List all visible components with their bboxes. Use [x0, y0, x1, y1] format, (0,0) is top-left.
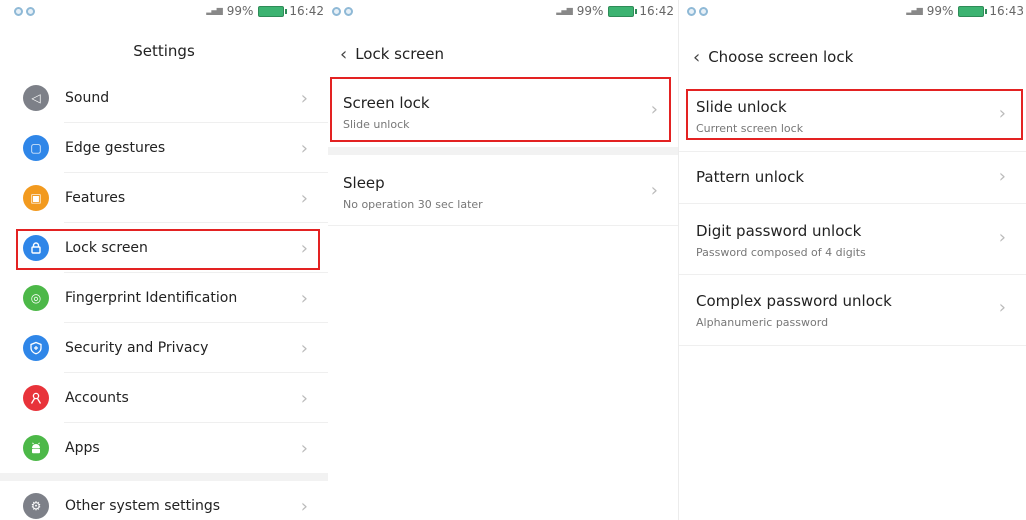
chevron-right-icon: › [650, 99, 658, 120]
android-icon [23, 435, 49, 461]
chevron-right-icon: › [998, 297, 1006, 318]
notification-icons [332, 7, 353, 16]
chevron-right-icon: › [300, 237, 308, 259]
notification-icons [14, 7, 35, 16]
option-title: Digit password unlock [696, 222, 862, 240]
status-time: 16:42 [639, 4, 674, 18]
item-title: Screen lock [343, 94, 430, 112]
features-icon: ▣ [23, 185, 49, 211]
chevron-right-icon: › [300, 137, 308, 159]
back-arrow-icon[interactable]: ‹ [340, 44, 347, 65]
status-bar: ▂▄▆ 99% 16:43 [679, 0, 1026, 22]
back-arrow-icon[interactable]: ‹ [693, 47, 700, 68]
battery-icon [958, 5, 988, 17]
item-title: Sleep [343, 174, 385, 192]
chevron-right-icon: › [300, 87, 308, 109]
page-title: Lock screen [355, 45, 445, 63]
settings-item-other-system[interactable]: ⚙ Other system settings › [0, 482, 328, 520]
notification-icons [687, 7, 708, 16]
signal-icon: ▂▄▆ [206, 6, 223, 15]
title-bar: ‹ Choose screen lock [679, 36, 1026, 78]
settings-item-features[interactable]: ▣ Features › [0, 173, 328, 223]
sleep-item[interactable]: Sleep No operation 30 sec later › [328, 158, 678, 226]
settings-item-sound[interactable]: ◁ Sound › [0, 73, 328, 123]
chevron-right-icon: › [300, 187, 308, 209]
option-subtitle: Current screen lock [696, 122, 804, 135]
page-title: Choose screen lock [708, 48, 854, 66]
lock-screen-settings: ▂▄▆ 99% 16:42 ‹ Lock screen Screen lock … [328, 0, 678, 520]
settings-item-label: Accounts [65, 390, 129, 406]
signal-icon: ▂▄▆ [556, 6, 573, 15]
fingerprint-icon: ◎ [23, 285, 49, 311]
screen-lock-item[interactable]: Screen lock Slide unlock › [328, 79, 678, 145]
battery-percent: 99% [226, 4, 254, 18]
settings-item-fingerprint[interactable]: ◎ Fingerprint Identification › [0, 273, 328, 323]
chevron-right-icon: › [300, 287, 308, 309]
chevron-right-icon: › [650, 180, 658, 201]
page-title: Settings [133, 42, 195, 60]
notification-icon [26, 7, 35, 16]
gear-icon: ⚙ [23, 493, 49, 519]
notification-icon [332, 7, 341, 16]
lock-option-pattern[interactable]: Pattern unlock › [679, 152, 1026, 204]
option-title: Complex password unlock [696, 292, 892, 310]
status-time: 16:42 [289, 4, 324, 18]
settings-item-accounts[interactable]: Accounts › [0, 373, 328, 423]
chevron-right-icon: › [300, 495, 308, 517]
battery-percent: 99% [576, 4, 604, 18]
signal-icon: ▂▄▆ [906, 6, 923, 15]
settings-item-label: Apps [65, 440, 100, 456]
settings-item-label: Edge gestures [65, 140, 166, 156]
status-bar: ▂▄▆ 99% 16:42 [328, 0, 678, 22]
notification-icon [687, 7, 696, 16]
battery-icon [258, 5, 288, 17]
chevron-right-icon: › [300, 387, 308, 409]
speaker-icon: ◁ [23, 85, 49, 111]
chevron-right-icon: › [300, 437, 308, 459]
lock-option-complex-password[interactable]: Complex password unlock Alphanumeric pas… [679, 275, 1026, 346]
settings-screen: ▂▄▆ 99% 16:42 Settings ◁ Sound › ▢ Edge … [0, 0, 328, 520]
status-bar: ▂▄▆ 99% 16:42 [0, 0, 328, 22]
title-bar: ‹ Lock screen [328, 33, 678, 75]
section-divider [328, 147, 678, 155]
chevron-right-icon: › [998, 103, 1006, 124]
item-subtitle: No operation 30 sec later [343, 198, 483, 211]
section-divider [0, 473, 328, 481]
battery-icon [608, 5, 638, 17]
lock-icon [23, 235, 49, 261]
lock-option-slide[interactable]: Slide unlock Current screen lock › [679, 86, 1026, 152]
lock-option-digit-password[interactable]: Digit password unlock Password composed … [679, 204, 1026, 275]
settings-item-label: Fingerprint Identification [65, 290, 238, 306]
item-subtitle: Slide unlock [343, 118, 410, 131]
notification-icon [344, 7, 353, 16]
battery-percent: 99% [926, 4, 954, 18]
option-title: Slide unlock [696, 98, 787, 116]
account-icon [23, 385, 49, 411]
settings-item-label: Sound [65, 90, 110, 106]
edge-gestures-icon: ▢ [23, 135, 49, 161]
chevron-right-icon: › [998, 227, 1006, 248]
settings-item-security-privacy[interactable]: Security and Privacy › [0, 323, 328, 373]
settings-item-label: Security and Privacy [65, 340, 209, 356]
settings-item-edge-gestures[interactable]: ▢ Edge gestures › [0, 123, 328, 173]
settings-item-label: Features [65, 190, 126, 206]
settings-item-apps[interactable]: Apps › [0, 423, 328, 473]
chevron-right-icon: › [300, 337, 308, 359]
notification-icon [14, 7, 23, 16]
settings-item-lock-screen[interactable]: Lock screen › [0, 223, 328, 273]
status-time: 16:43 [989, 4, 1024, 18]
chevron-right-icon: › [998, 166, 1006, 187]
settings-item-label: Other system settings [65, 498, 221, 514]
option-title: Pattern unlock [696, 168, 805, 186]
choose-screen-lock: ▂▄▆ 99% 16:43 ‹ Choose screen lock Slide… [678, 0, 1026, 520]
settings-item-label: Lock screen [65, 240, 148, 256]
option-subtitle: Alphanumeric password [696, 316, 829, 329]
notification-icon [699, 7, 708, 16]
shield-icon [23, 335, 49, 361]
option-subtitle: Password composed of 4 digits [696, 246, 866, 259]
